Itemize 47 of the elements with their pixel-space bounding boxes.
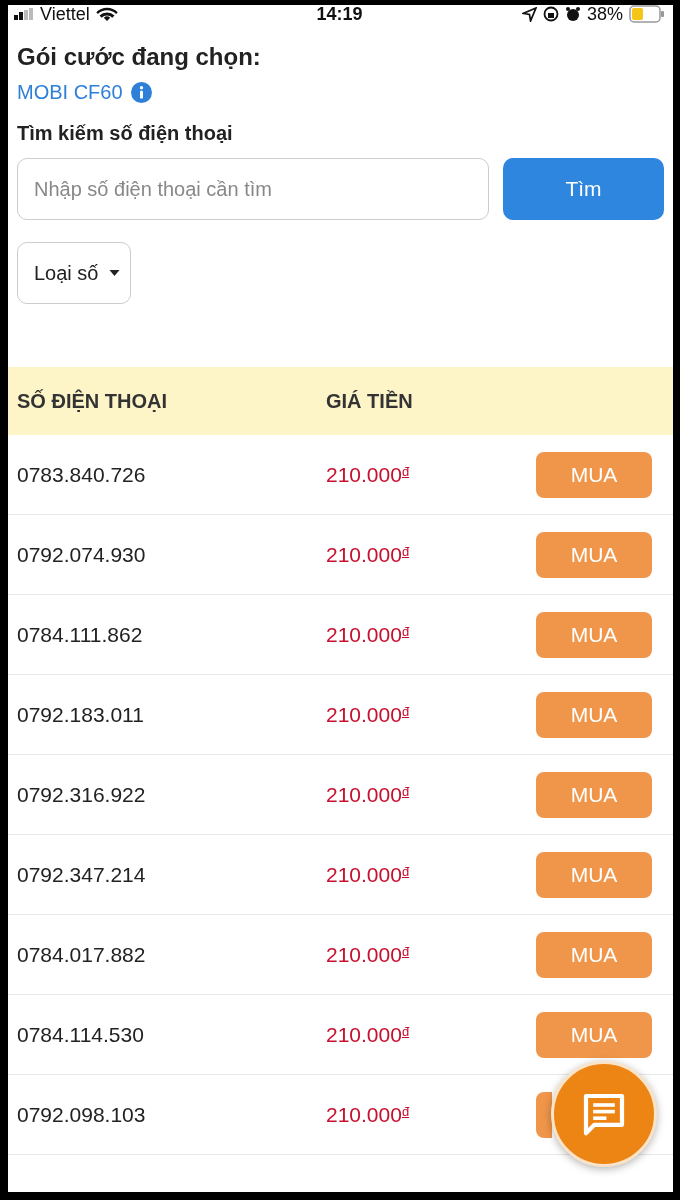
battery-icon: [629, 5, 665, 23]
price: 210.000$^{đ}$: [326, 542, 411, 567]
price: 210.000$^{đ}$: [326, 1022, 411, 1047]
price: 210.000$^{đ}$: [326, 782, 411, 807]
plan-link[interactable]: MOBI CF60: [17, 79, 123, 105]
wifi-icon: [95, 6, 118, 22]
phone-number: 0784.111.862: [17, 622, 144, 647]
buy-button[interactable]: MUA: [536, 931, 652, 978]
buy-button[interactable]: MUA: [536, 531, 652, 578]
phone-number: 0784.114.530: [17, 1022, 145, 1047]
chat-button[interactable]: [551, 1061, 657, 1167]
signal-icon: [14, 8, 34, 20]
column-header: SỐ ĐIỆN THOẠI: [17, 389, 168, 413]
buy-button[interactable]: MUA: [536, 691, 652, 738]
buy-button[interactable]: MUA: [536, 851, 652, 898]
phone-number: 0792.183.011: [17, 702, 145, 727]
price: 210.000$^{đ}$: [326, 622, 411, 647]
number-type-dropdown[interactable]: Loại số: [17, 242, 131, 304]
buy-button[interactable]: MUA: [536, 1011, 652, 1058]
location-arrow-icon: [522, 6, 537, 22]
caret-icon: [108, 270, 120, 276]
info-icon[interactable]: [130, 81, 152, 103]
price: 210.000$^{đ}$: [326, 702, 411, 727]
section-heading: Gói cước đang chọn:: [17, 42, 262, 72]
battery-percent: 38%: [587, 5, 623, 23]
column-header: GIÁ TIỀN: [326, 389, 413, 413]
phone-number: 0792.347.214: [17, 862, 147, 887]
search-button[interactable]: Tìm: [503, 158, 664, 220]
search-field[interactable]: Nhập số điện thoại cần tìm: [17, 158, 489, 220]
phone-number: 0784.017.882: [17, 942, 147, 967]
buy-button[interactable]: MUA: [536, 611, 652, 658]
phone-number: 0792.098.103: [17, 1102, 147, 1127]
price: 210.000$^{đ}$: [326, 1102, 411, 1127]
buy-button[interactable]: MUA: [536, 771, 652, 818]
price: 210.000$^{đ}$: [326, 942, 411, 967]
carrier-name: Viettel: [40, 5, 90, 23]
phone-number: 0792.074.930: [17, 542, 147, 567]
buy-button[interactable]: [536, 1091, 552, 1138]
rotation-lock-icon: [543, 6, 559, 22]
section-heading: Tìm kiếm số điện thoại: [17, 121, 234, 146]
phone-number: 0783.840.726: [17, 462, 147, 487]
alarm-icon: [565, 6, 581, 22]
buy-button[interactable]: MUA: [536, 451, 652, 498]
price: 210.000$^{đ}$: [326, 862, 411, 887]
clock: 14:19: [316, 5, 363, 23]
phone-number: 0792.316.922: [17, 782, 147, 807]
price: 210.000$^{đ}$: [326, 462, 411, 487]
